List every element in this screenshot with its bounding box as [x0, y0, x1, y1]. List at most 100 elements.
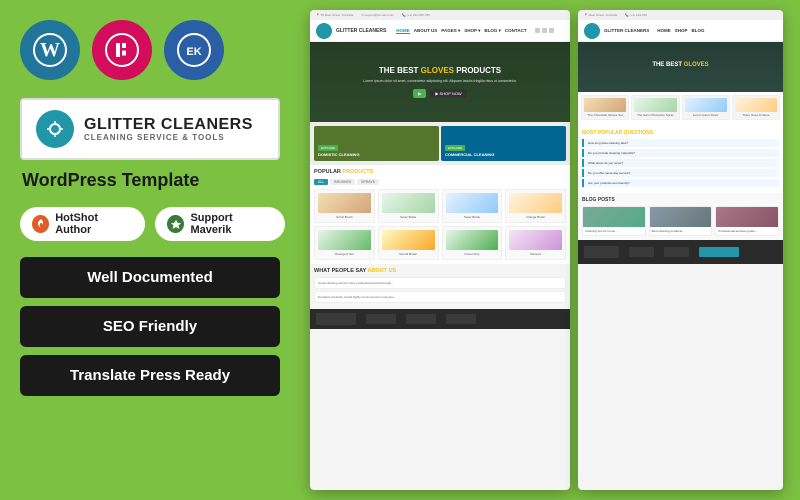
sc-side-logo-text: GLITTER CLEANERS: [604, 28, 649, 33]
sc-cat-btn-1: EXPLORE: [318, 145, 338, 151]
sc-faq-item-1: How long does cleaning take?: [582, 139, 779, 147]
sc-nav-about: ABOUT US: [414, 28, 438, 34]
sc-product-name-8: Scissors: [509, 252, 562, 256]
sc-faq-item-5: Are your products eco-friendly?: [582, 179, 779, 187]
sc-product-6: Round Brush: [378, 226, 439, 260]
sc-cat-commercial: EXPLORE COMMERCIAL CLEANING: [441, 126, 566, 161]
sc-product-1: Scrub Brush: [314, 189, 375, 223]
badge-row: HotShot Author Support Maverik: [20, 207, 285, 241]
wordpress-icon: W: [20, 20, 80, 80]
sc-categories: EXPLORE DOMISTIC CLEANING EXPLORE COMMER…: [310, 122, 570, 165]
sc-products-grid: Scrub Brush Spray Bottle Spray Bottle Or…: [314, 189, 566, 223]
sc-test-item-1: Great cleaning service! Very professiona…: [314, 277, 566, 289]
sc-side-nav-blog: BLOG: [692, 28, 705, 33]
sc-product-name-6: Round Brush: [382, 252, 435, 256]
sc-side-products: The Chocolate Gloves Set The Germ Protec…: [578, 92, 783, 126]
sc-side-prod-img-3: [685, 98, 727, 112]
sc-side-address-bar: 📍 Main Street, Australia 📞 (+1) 234-456: [578, 10, 783, 20]
sc-nav-links: HOME ABOUT US PAGES ▾ SHOP ▾ BLOG ▾ CONT…: [396, 28, 526, 34]
logo-circle: [36, 110, 74, 148]
sc-blog-posts: Cleaning tips for home... Best cleaning …: [582, 206, 779, 236]
sc-side-prod-name-1: The Chocolate Gloves Set: [588, 113, 623, 117]
hotshot-icon: [32, 215, 49, 233]
right-panel: 📍 55 Main Street, Australia ✉ support@do…: [310, 0, 800, 500]
svg-text:EK: EK: [186, 46, 201, 58]
sc-blog-img-3: [716, 207, 778, 227]
sc-test-title: WHAT PEOPLE SAY ABOUT US: [314, 268, 566, 274]
sc-faq-item-3: What areas do you serve?: [582, 159, 779, 167]
sc-navbar: GLITTER CLEANERS HOME ABOUT US PAGES ▾ S…: [310, 20, 570, 42]
sc-nav-icon-user: [535, 28, 540, 33]
main-screenshot: 📍 55 Main Street, Australia ✉ support@do…: [310, 10, 570, 490]
sc-products-section: POPULAR PRODUCTS ALL BRUSHES SPRAYS Scru…: [310, 165, 570, 264]
sc-product-3: Spray Bottle: [442, 189, 503, 223]
sc-footer-col-1: [366, 314, 396, 324]
sc-side-nav-shop: SHOP: [675, 28, 688, 33]
sc-blog-post-1: Cleaning tips for home...: [582, 206, 646, 236]
left-panel: W EK: [0, 0, 305, 500]
sc-products-row2: Detergent Set Round Brush Green Mop Scis…: [314, 226, 566, 260]
sc-side-prod-img-1: [584, 98, 626, 112]
sc-side-product-row1: The Chocolate Gloves Set The Germ Protec…: [581, 95, 780, 120]
sc-side-footer-logo: [584, 246, 619, 258]
sc-side-logo-mini: [584, 23, 600, 39]
sc-logo-text: GLITTER CLEANERS: [336, 28, 386, 34]
sc-faq-section: MOST POPULAR QUESTIONS How long does cle…: [578, 126, 783, 193]
sc-side-footer-subscribe: [699, 247, 739, 257]
sc-product-img-1: [318, 193, 371, 213]
sc-side-address-text: 📍 Main Street, Australia: [584, 13, 617, 17]
sc-faq-title: MOST POPULAR QUESTIONS: [582, 130, 779, 136]
sc-side-nav-links: HOME SHOP BLOG: [657, 28, 704, 33]
sc-nav-icon-grid: [549, 28, 554, 33]
sc-footer: [310, 309, 570, 329]
sc-tab-sprays: SPRAYS: [357, 179, 379, 185]
sc-email-text: ✉ support@domain.com: [361, 13, 394, 17]
sc-address-text: 📍 55 Main Street, Australia: [316, 13, 353, 17]
sc-cat-btn-2: EXPLORE: [445, 145, 465, 151]
sc-product-img-7: [446, 230, 499, 250]
sc-blog-post-2: Best cleaning products...: [649, 206, 713, 236]
sc-product-name-3: Spray Bottle: [446, 215, 499, 219]
logo-text: GLITTER CLEANERS CLEANING SERVICE & TOOL…: [84, 116, 253, 143]
sc-side-footer-col2: [664, 247, 689, 257]
sc-blog-text-1: Cleaning tips for home...: [583, 227, 645, 235]
sc-faq-item-4: Do you offer same-day service?: [582, 169, 779, 177]
ek-icon: EK: [164, 20, 224, 80]
sc-test-item-2: Excellent products, would highly recomme…: [314, 291, 566, 303]
platform-icons-row: W EK: [20, 20, 285, 80]
sc-side-prod-name-4: There Goes A Name: [742, 113, 769, 117]
sc-blog-text-3: Professional services guide...: [716, 227, 778, 235]
sc-nav-pages: PAGES ▾: [441, 28, 460, 34]
sc-side-product-2: The Germ Protection Spray: [631, 95, 679, 120]
sc-footer-col-2: [406, 314, 436, 324]
sc-product-img-5: [318, 230, 371, 250]
sc-side-footer: [578, 240, 783, 264]
sc-nav-icon-cart: [542, 28, 547, 33]
sc-products-title: POPULAR PRODUCTS: [314, 169, 566, 175]
sc-cat-label-2: COMMERCIAL CLEANING: [445, 152, 494, 157]
sc-nav-icons: [535, 28, 554, 33]
sc-side-product-1: The Chocolate Gloves Set: [581, 95, 629, 120]
sc-product-name-5: Detergent Set: [318, 252, 371, 256]
sc-product-name-7: Green Mop: [446, 252, 499, 256]
sc-side-nav-home: HOME: [657, 28, 671, 33]
sc-side-hero: THE BEST GLOVES: [578, 42, 783, 92]
sc-products-tabs: ALL BRUSHES SPRAYS: [314, 179, 566, 185]
sc-hero-buttons: ▶ ▶ SHOP NOW: [413, 89, 466, 98]
feature-well-documented: Well Documented: [20, 257, 280, 298]
sc-product-img-6: [382, 230, 435, 250]
support-label: Support Maverik: [190, 212, 273, 236]
sc-side-hero-title: THE BEST GLOVES: [652, 62, 708, 68]
sc-tab-all: ALL: [314, 179, 328, 185]
sc-play-button: ▶: [413, 89, 426, 98]
sc-address-bar: 📍 55 Main Street, Australia ✉ support@do…: [310, 10, 570, 20]
sc-hero: THE BEST GLOVES PRODUCTS Lorem ipsum dol…: [310, 42, 570, 122]
sc-footer-logo: [316, 313, 356, 325]
sc-hero-description: Lorem ipsum dolor sit amet, consectetur …: [363, 79, 517, 84]
sc-side-prod-img-2: [634, 98, 676, 112]
svg-text:W: W: [40, 39, 60, 61]
sc-product-5: Detergent Set: [314, 226, 375, 260]
sc-side-phone-text: 📞 (+1) 234-456: [625, 13, 647, 17]
sc-faq-item-2: Do you provide cleaning materials?: [582, 149, 779, 157]
sc-blog-post-3: Professional services guide...: [715, 206, 779, 236]
